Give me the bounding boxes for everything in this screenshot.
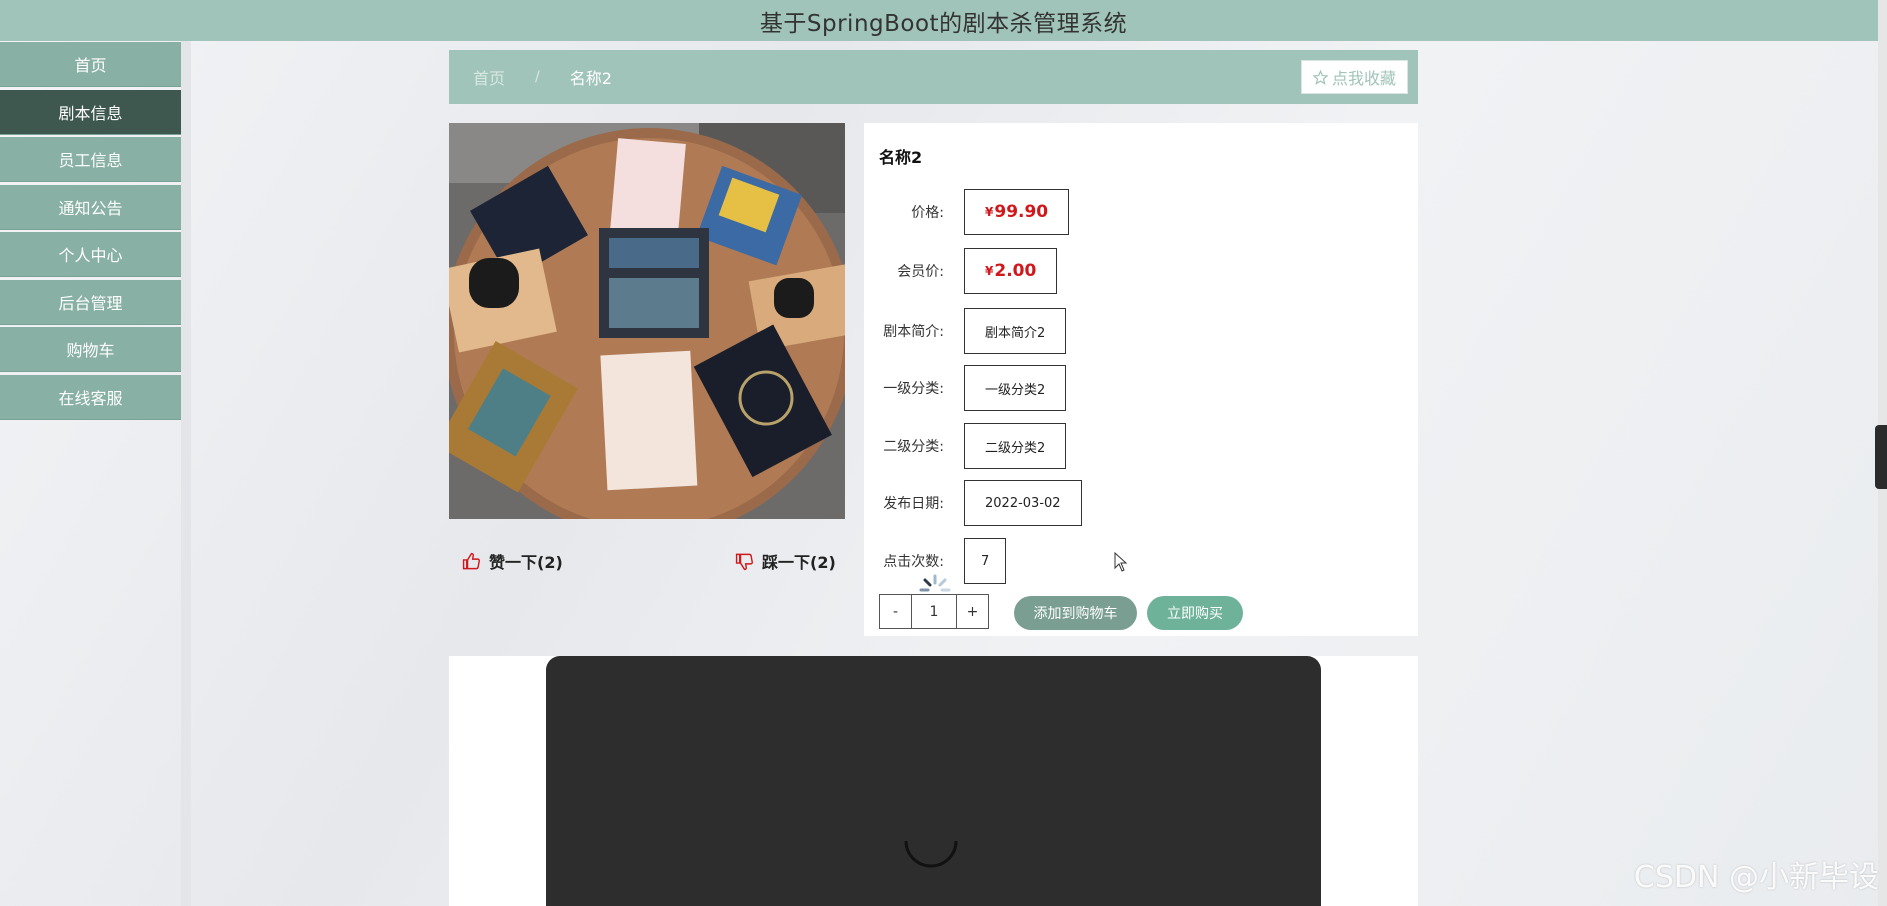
intro-row: 剧本简介: 剧本简介2 [864, 308, 1067, 354]
price-row: 价格: ¥99.90 [864, 189, 1070, 235]
video-loading-icon [904, 840, 958, 868]
intro-value: 剧本简介2 [964, 308, 1067, 354]
loading-spinner-icon [919, 574, 951, 592]
sidebar-item-online-service[interactable]: 在线客服 [0, 374, 181, 420]
add-to-cart-button[interactable]: 添加到购物车 [1014, 596, 1137, 630]
price-value: ¥99.90 [964, 189, 1070, 235]
dislike-button[interactable]: 踩一下(2) [735, 549, 836, 573]
header-bar: 基于SpringBoot的剧本杀管理系统 [0, 0, 1887, 41]
publish-date-value: 2022-03-02 [964, 480, 1082, 526]
sidebar-item-home[interactable]: 首页 [0, 42, 181, 87]
product-info-panel: 名称2 价格: ¥99.90 会员价: ¥2.00 剧本简介: 剧本简介2 一级… [864, 123, 1418, 636]
member-price-value: ¥2.00 [964, 248, 1058, 294]
favorite-label: 点我收藏 [1331, 69, 1396, 88]
sidebar-nav: 首页 剧本信息 员工信息 通知公告 个人中心 后台管理 购物车 在线客服 [0, 41, 181, 422]
category2-row: 二级分类: 二级分类2 [864, 423, 1067, 469]
breadcrumb-separator: / [535, 69, 540, 85]
buy-now-button[interactable]: 立即购买 [1147, 596, 1243, 630]
side-collapse-tab[interactable] [1875, 425, 1887, 489]
member-price-row: 会员价: ¥2.00 [864, 248, 1058, 294]
member-price-label: 会员价: [897, 264, 944, 280]
breadcrumb-home[interactable]: 首页 [473, 65, 505, 89]
sidebar-item-script-info[interactable]: 剧本信息 [0, 89, 181, 135]
detail-section [449, 656, 1418, 906]
thumbs-down-icon [735, 553, 753, 570]
sidebar-item-cart[interactable]: 购物车 [0, 327, 181, 372]
product-name: 名称2 [879, 148, 923, 167]
like-label: 赞一下(2) [489, 553, 563, 572]
star-outline-icon [1312, 69, 1328, 85]
click-count-label: 点击次数: [883, 554, 944, 570]
sidebar-item-personal-center[interactable]: 个人中心 [0, 232, 181, 277]
content-divider [181, 41, 191, 906]
intro-label: 剧本简介: [883, 324, 944, 340]
app-title: 基于SpringBoot的剧本杀管理系统 [759, 10, 1128, 37]
category2-value: 二级分类2 [964, 423, 1067, 469]
quantity-increase-button[interactable]: + [956, 594, 989, 629]
click-count-value: 7 [964, 538, 1007, 584]
category1-label: 一级分类: [883, 381, 944, 397]
favorite-button[interactable]: 点我收藏 [1301, 60, 1408, 94]
thumbs-up-icon [462, 552, 480, 569]
mouse-cursor-icon [1114, 552, 1128, 572]
sidebar-item-admin[interactable]: 后台管理 [0, 279, 181, 325]
dislike-label: 踩一下(2) [762, 553, 836, 572]
breadcrumb-current: 名称2 [569, 69, 612, 88]
quantity-decrease-button[interactable]: - [879, 594, 912, 629]
price-label: 价格: [911, 205, 944, 221]
video-player[interactable] [546, 656, 1321, 906]
sidebar-item-staff-info[interactable]: 员工信息 [0, 137, 181, 182]
category1-row: 一级分类: 一级分类2 [864, 365, 1067, 411]
watermark: CSDN @小新毕设 [1633, 860, 1879, 895]
sidebar-item-announcements[interactable]: 通知公告 [0, 184, 181, 230]
category1-value: 一级分类2 [964, 365, 1067, 411]
breadcrumb: 首页 / 名称2 点我收藏 [449, 50, 1418, 104]
product-image [449, 123, 845, 519]
publish-date-row: 发布日期: 2022-03-02 [864, 480, 1082, 526]
like-button[interactable]: 赞一下(2) [462, 549, 563, 573]
publish-date-label: 发布日期: [883, 496, 944, 512]
category2-label: 二级分类: [883, 439, 944, 455]
